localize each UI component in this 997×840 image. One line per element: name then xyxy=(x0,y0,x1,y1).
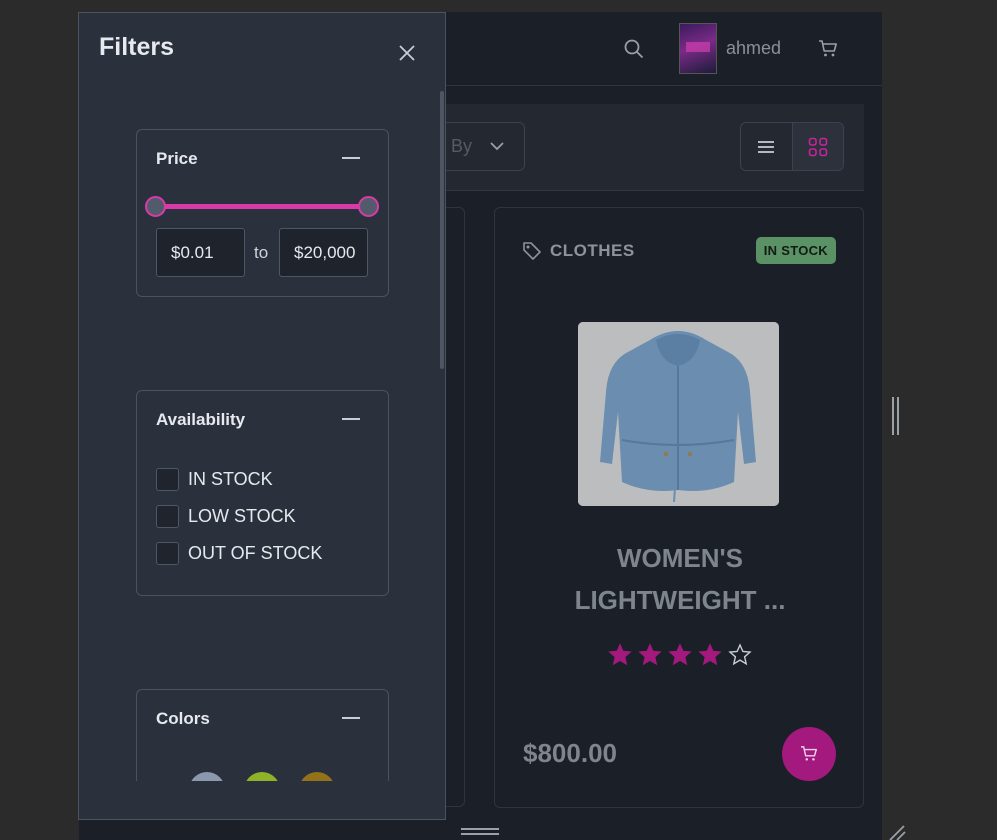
color-swatch[interactable] xyxy=(244,772,280,781)
grid-view-button[interactable] xyxy=(791,123,843,170)
collapse-colors-button[interactable] xyxy=(342,717,360,719)
view-toggle xyxy=(740,122,844,171)
product-name-line2: LIGHTWEIGHT ... xyxy=(574,585,786,615)
product-price: $800.00 xyxy=(523,738,617,768)
filters-drawer: Filters Price to Availability IN STOCK L… xyxy=(78,12,446,820)
color-swatch[interactable] xyxy=(189,772,225,781)
drawer-viewport: Colors xyxy=(79,13,445,781)
tag-icon xyxy=(523,242,541,260)
header-cart-button[interactable] xyxy=(815,36,841,62)
color-swatch[interactable] xyxy=(299,772,335,781)
cart-icon xyxy=(801,746,817,761)
star-rating xyxy=(495,643,865,667)
product-name[interactable]: WOMEN'S LIGHTWEIGHT ... xyxy=(495,537,865,621)
jacket-image xyxy=(578,322,779,506)
product-category: CLOTHES xyxy=(522,241,635,261)
add-to-cart-button[interactable] xyxy=(782,727,836,781)
search-button[interactable] xyxy=(619,36,649,62)
username[interactable]: ahmed xyxy=(726,38,781,59)
product-card-partial xyxy=(445,207,465,807)
bottom-resize-handle[interactable] xyxy=(461,828,499,838)
list-icon xyxy=(758,140,775,153)
product-image[interactable] xyxy=(578,322,779,506)
list-view-button[interactable] xyxy=(741,123,792,170)
product-card[interactable]: CLOTHES IN STOCK WOMEN'S LIGHTWEIGHT ...… xyxy=(494,207,864,808)
grid-icon xyxy=(808,137,828,156)
star-filled-icon xyxy=(638,643,662,666)
star-empty-icon xyxy=(728,643,752,666)
star-filled-icon xyxy=(698,643,722,666)
chevron-down-icon xyxy=(490,142,504,151)
side-resize-handle[interactable] xyxy=(892,397,902,435)
star-filled-icon xyxy=(668,643,692,666)
product-name-line1: WOMEN'S xyxy=(616,543,744,573)
colors-filter-title: Colors xyxy=(156,709,210,728)
category-label: CLOTHES xyxy=(550,241,635,260)
cart-icon xyxy=(819,40,837,57)
colors-filter: Colors xyxy=(136,689,389,781)
resize-grip-icon[interactable] xyxy=(886,822,906,840)
search-icon xyxy=(624,39,644,59)
star-filled-icon xyxy=(608,643,632,666)
sort-select-value: By xyxy=(451,136,473,156)
product-toolbar: By xyxy=(445,104,864,191)
avatar[interactable] xyxy=(679,23,717,74)
status-badge: IN STOCK xyxy=(755,237,836,264)
sort-select[interactable]: By xyxy=(445,122,525,171)
